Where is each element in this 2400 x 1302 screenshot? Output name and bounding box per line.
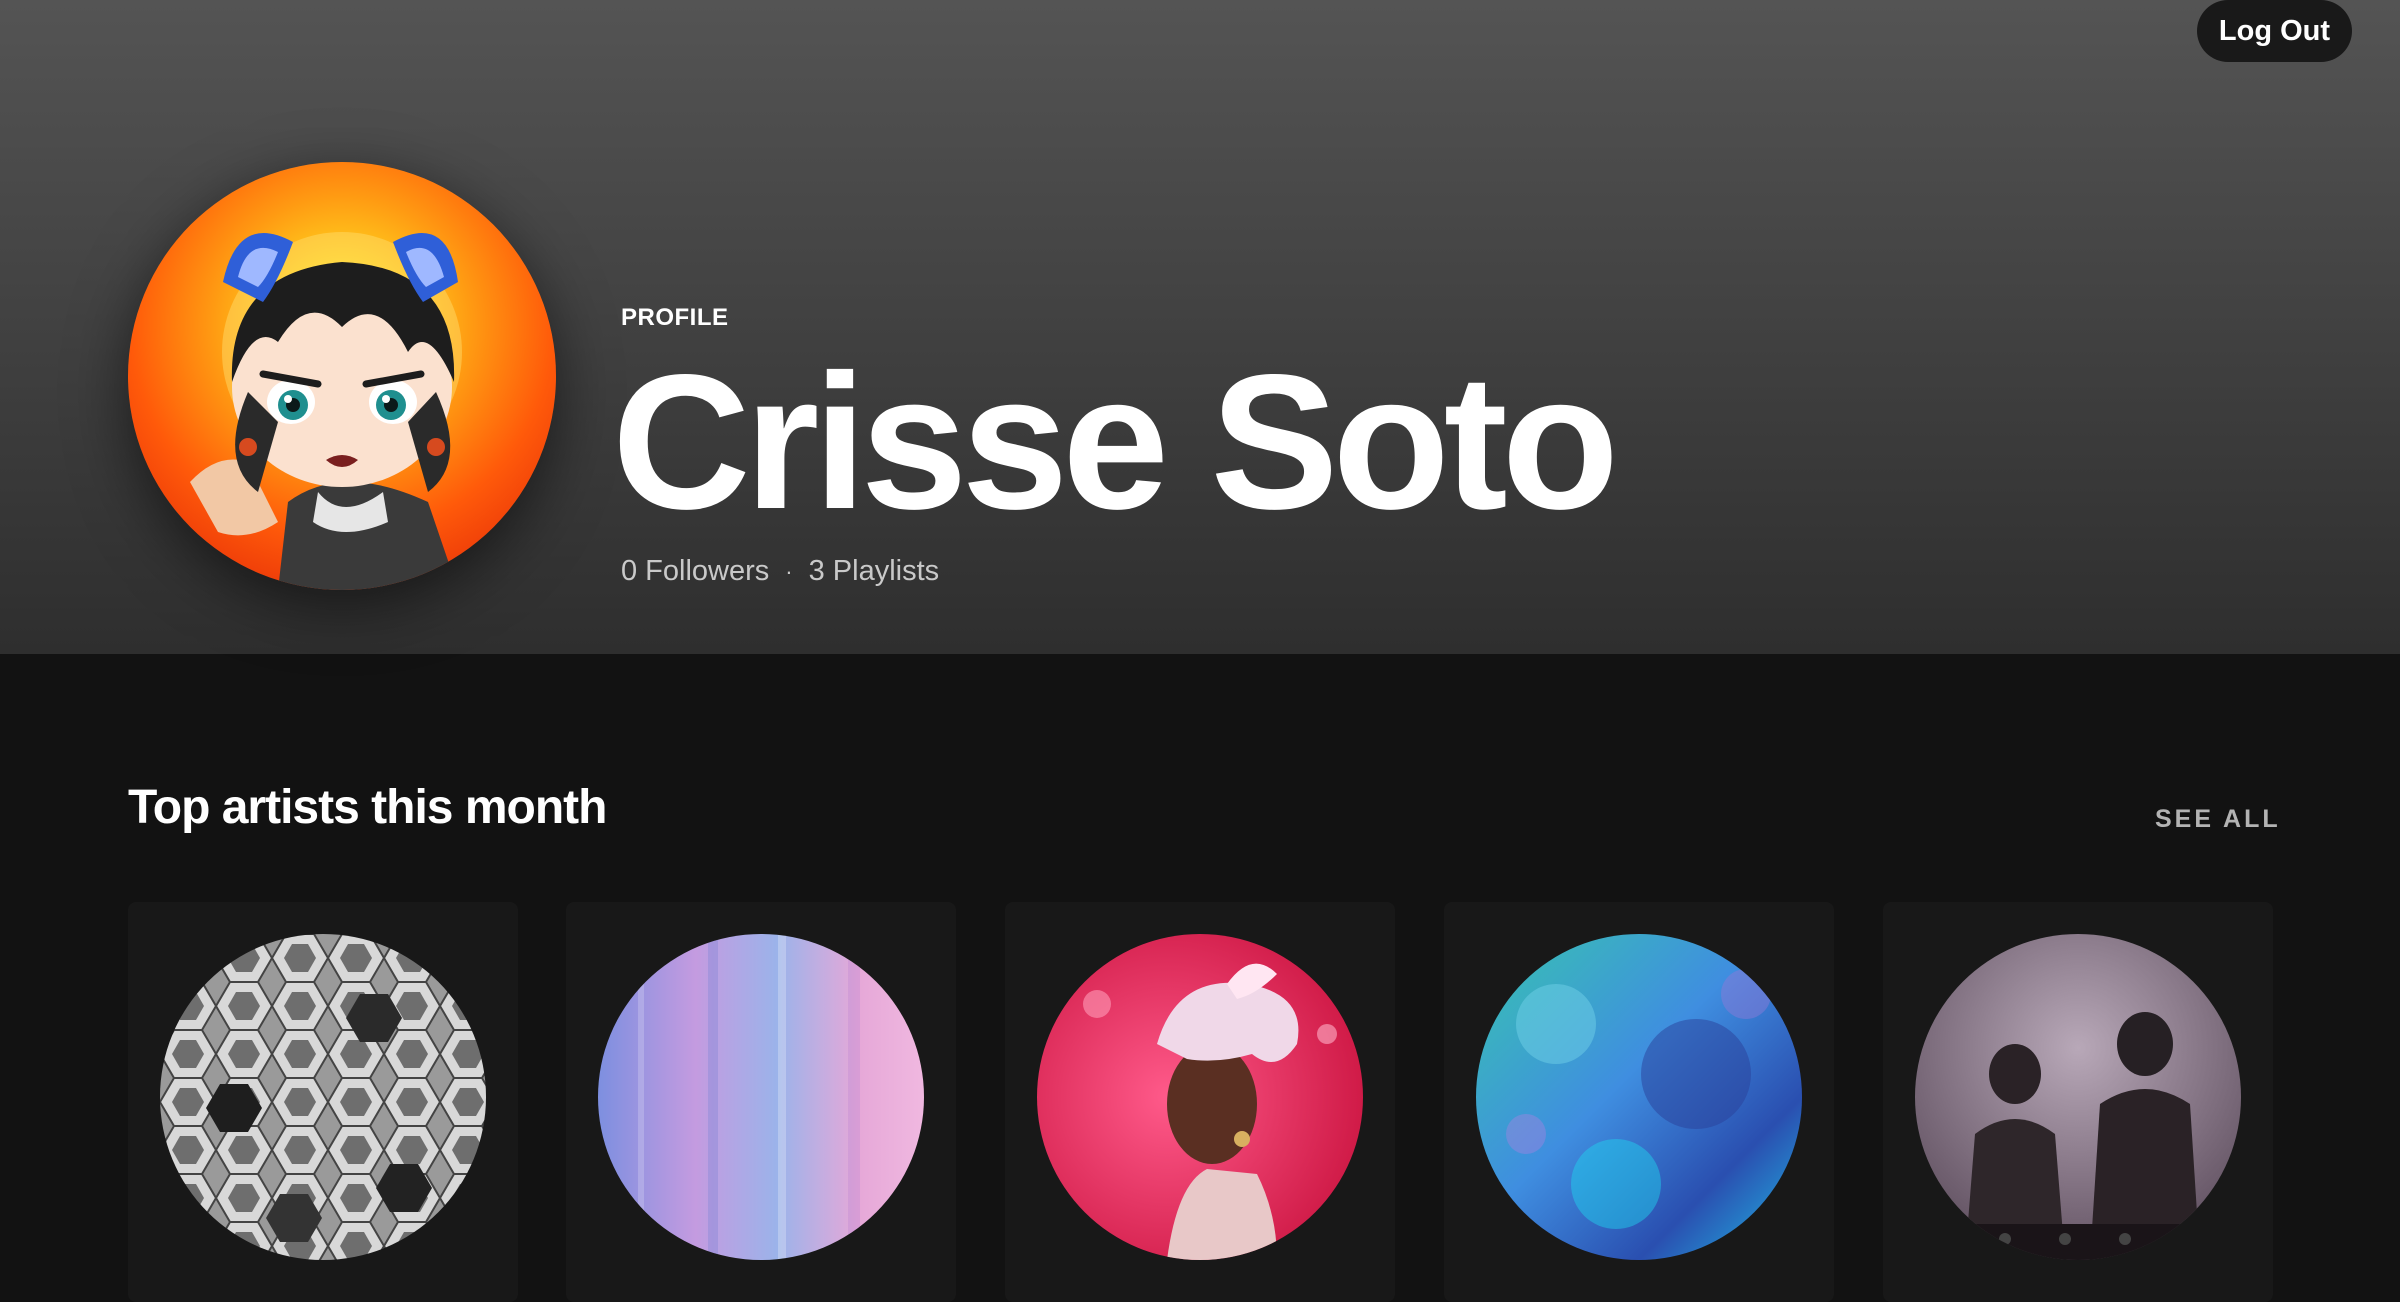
artist-image xyxy=(1476,934,1802,1260)
artist-card[interactable] xyxy=(1005,902,1395,1302)
blue-textured-artwork xyxy=(1476,934,1802,1260)
woman-with-headscarf-photo xyxy=(1037,934,1363,1260)
artist-image xyxy=(598,934,924,1260)
profile-type-label: PROFILE xyxy=(621,304,729,331)
logout-button[interactable]: Log Out xyxy=(2197,0,2352,62)
profile-stats: 0 Followers · 3 Playlists xyxy=(621,555,939,588)
see-all-link[interactable]: SEE ALL xyxy=(2155,805,2281,834)
profile-name: Crisse Soto xyxy=(612,334,1619,549)
followers-count[interactable]: 0 Followers xyxy=(621,555,769,588)
two-djs-in-smoke-photo xyxy=(1915,934,2241,1260)
playlists-count[interactable]: 3 Playlists xyxy=(809,555,940,588)
stats-separator: · xyxy=(785,558,793,584)
artist-image xyxy=(1915,934,2241,1260)
artist-card[interactable] xyxy=(1444,902,1834,1302)
avatar xyxy=(128,162,556,590)
artist-image xyxy=(160,934,486,1260)
hexagon-pattern-artwork xyxy=(160,934,486,1260)
artist-card[interactable] xyxy=(1883,902,2273,1302)
artist-card[interactable] xyxy=(128,902,518,1302)
pastel-gradient-artwork xyxy=(598,934,924,1260)
avatar-cartoon-icon xyxy=(190,232,462,590)
profile-header: Log Out PROFILE Crisse Soto 0 Followers … xyxy=(0,0,2400,654)
artist-card[interactable] xyxy=(566,902,956,1302)
artist-image xyxy=(1037,934,1363,1260)
section-title-top-artists: Top artists this month xyxy=(128,781,607,834)
